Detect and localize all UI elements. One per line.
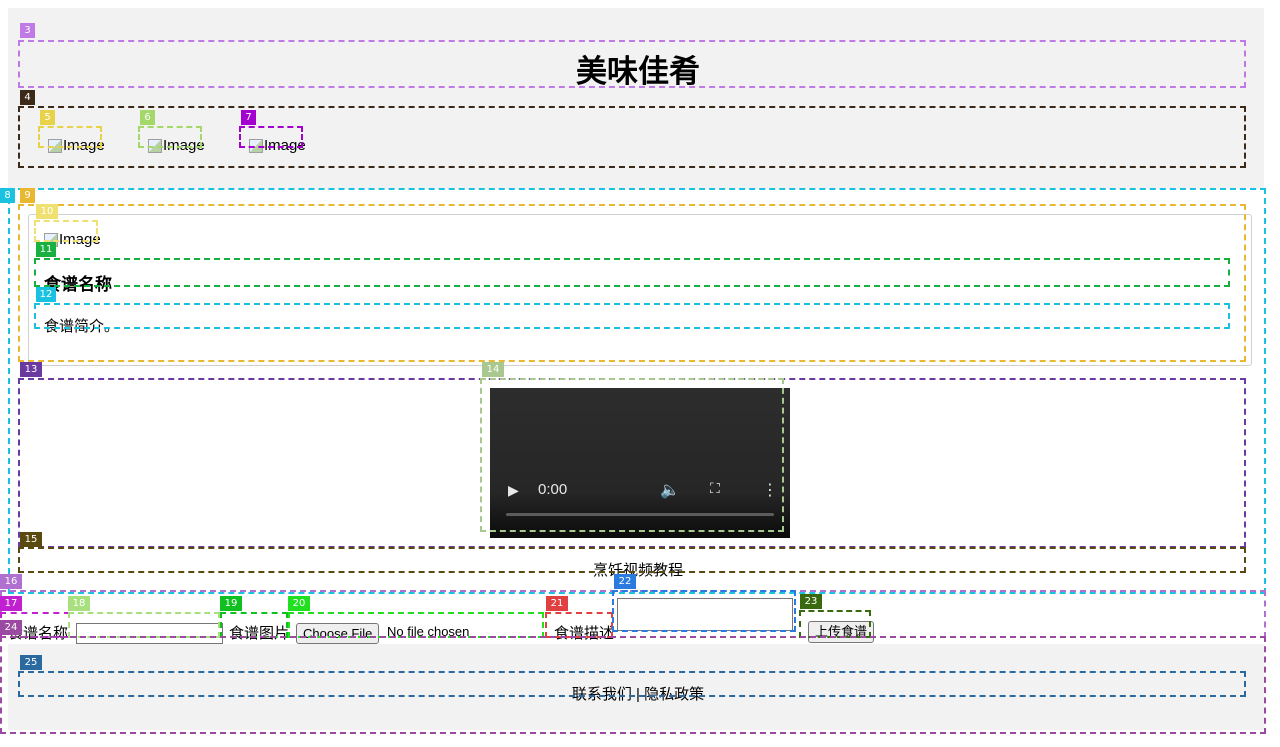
annotation-tag: 13 bbox=[20, 362, 42, 377]
annotation-tag: 5 bbox=[40, 110, 55, 125]
annotation-box bbox=[38, 126, 102, 148]
annotation-box bbox=[18, 40, 1246, 88]
annotation-tag: 20 bbox=[288, 596, 310, 611]
annotation-box bbox=[18, 547, 1246, 573]
annotation-tag: 6 bbox=[140, 110, 155, 125]
annotation-tag: 25 bbox=[20, 655, 42, 670]
annotation-box bbox=[799, 610, 871, 638]
annotation-box bbox=[480, 378, 784, 532]
annotation-box bbox=[18, 671, 1246, 697]
annotation-tag: 24 bbox=[0, 620, 22, 635]
annotation-box bbox=[239, 126, 303, 148]
annotation-tag: 23 bbox=[800, 594, 822, 609]
annotation-box bbox=[18, 106, 1246, 168]
annotation-box bbox=[68, 612, 220, 638]
annotation-tag: 10 bbox=[36, 204, 58, 219]
annotation-box bbox=[288, 612, 544, 638]
annotation-box bbox=[545, 612, 613, 638]
annotation-box bbox=[220, 612, 288, 638]
annotation-box bbox=[34, 258, 1230, 287]
annotation-tag: 7 bbox=[241, 110, 256, 125]
annotation-tag: 21 bbox=[546, 596, 568, 611]
annotation-tag: 9 bbox=[20, 188, 35, 203]
annotation-tag: 18 bbox=[68, 596, 90, 611]
annotation-tag: 17 bbox=[0, 596, 22, 611]
annotation-tag: 12 bbox=[36, 287, 56, 302]
annotation-box bbox=[34, 220, 98, 242]
annotation-tag: 14 bbox=[482, 362, 504, 377]
annotation-tag: 16 bbox=[0, 574, 22, 589]
annotation-tag: 3 bbox=[20, 23, 35, 38]
annotation-tag: 22 bbox=[614, 574, 636, 589]
annotation-tag: 8 bbox=[0, 188, 15, 203]
annotation-box bbox=[138, 126, 202, 148]
annotation-tag: 19 bbox=[220, 596, 242, 611]
annotation-box bbox=[612, 590, 796, 632]
annotation-box bbox=[34, 303, 1230, 329]
annotation-tag: 15 bbox=[20, 532, 42, 547]
annotation-tag: 4 bbox=[20, 90, 35, 105]
annotation-tag: 11 bbox=[36, 242, 56, 257]
